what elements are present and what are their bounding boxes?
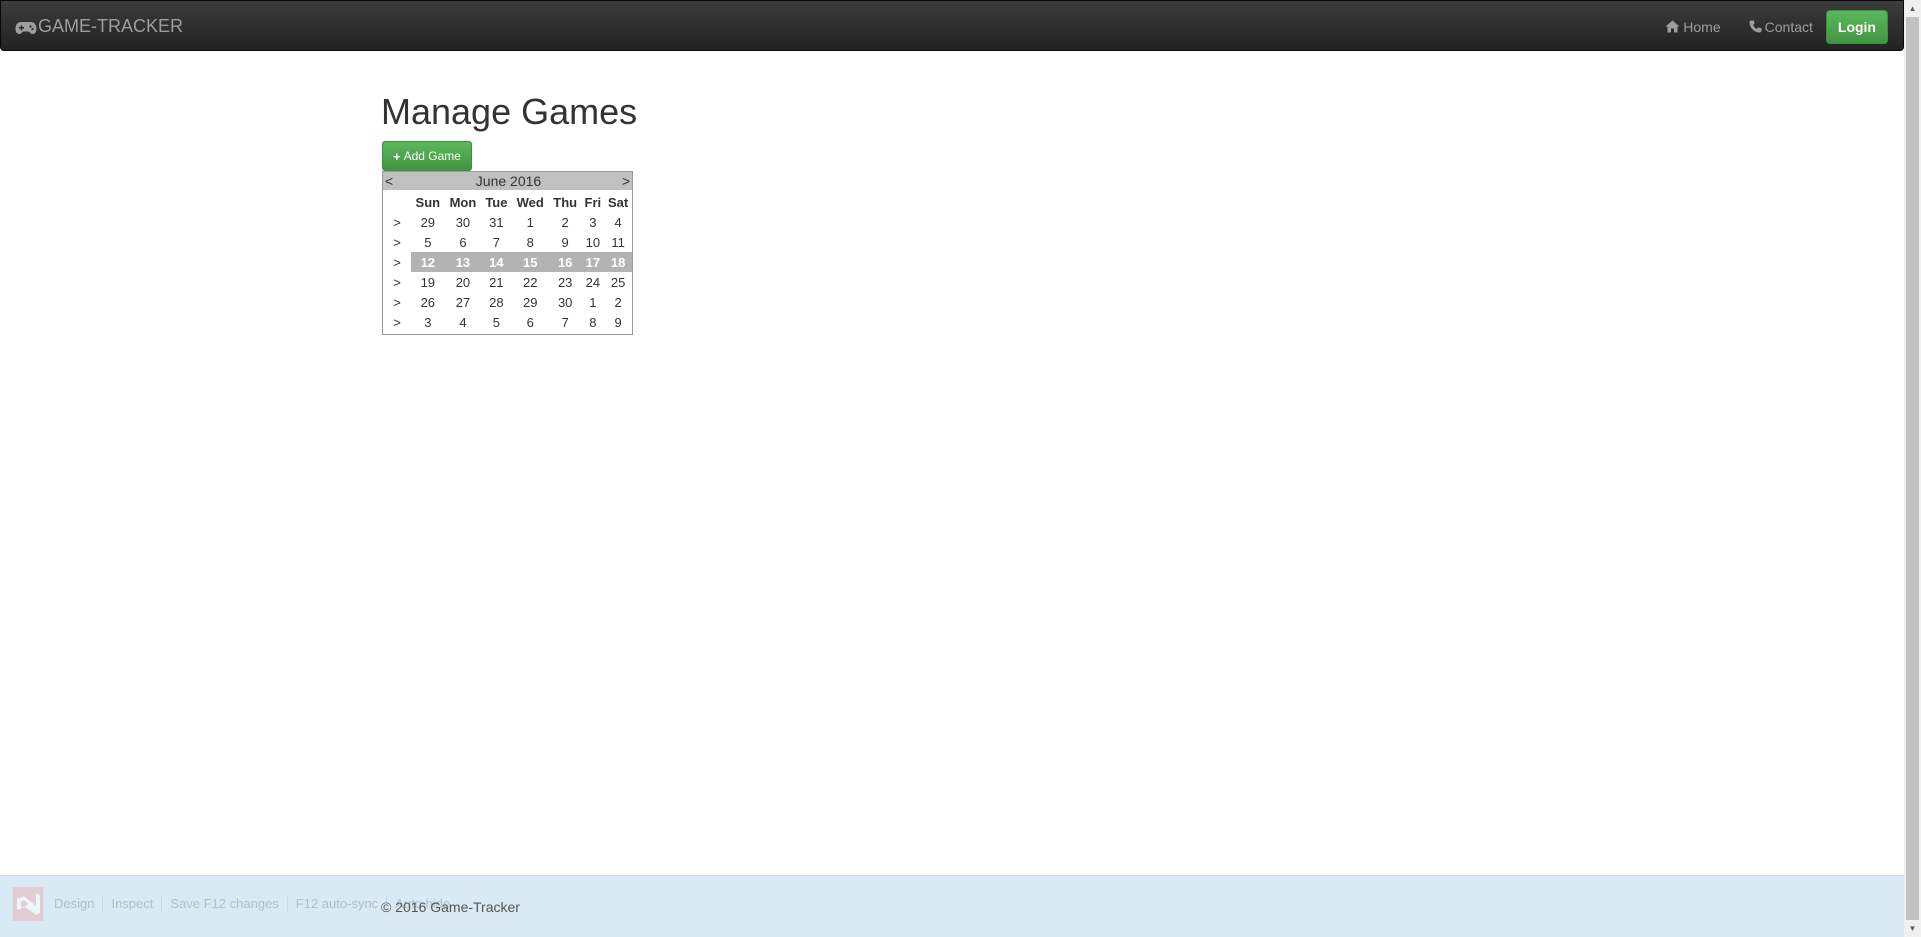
calendar-week-row: > 29 30 31 1 2 3 4 xyxy=(383,212,632,232)
vertical-scrollbar[interactable]: ▲ ▼ xyxy=(1904,0,1921,937)
calendar-day[interactable]: 23 xyxy=(549,272,582,292)
week-selector[interactable]: > xyxy=(383,272,411,292)
calendar-day[interactable]: 6 xyxy=(512,312,549,332)
add-game-button[interactable]: + Add Game xyxy=(382,141,472,171)
footer: Design Inspect Save F12 changes F12 auto… xyxy=(0,875,1904,937)
calendar-day-selected[interactable]: 14 xyxy=(481,252,512,272)
calendar-grid: Sun Mon Tue Wed Thu Fri Sat > 29 30 31 1… xyxy=(383,192,632,332)
week-selector[interactable]: > xyxy=(383,292,411,312)
calendar-day[interactable]: 22 xyxy=(512,272,549,292)
calendar-day[interactable]: 26 xyxy=(411,292,445,312)
scrollbar-thumb[interactable] xyxy=(1906,17,1919,920)
calendar-day[interactable]: 25 xyxy=(604,272,632,292)
devbar-save-changes[interactable]: Save F12 changes xyxy=(162,896,288,912)
calendar-day[interactable]: 3 xyxy=(581,212,604,232)
calendar-header: < June 2016 > xyxy=(383,172,632,190)
calendar: < June 2016 > Sun Mon Tue Wed Thu Fri Sa… xyxy=(382,171,633,335)
nav-home-label: Home xyxy=(1683,18,1721,35)
week-selector[interactable]: > xyxy=(383,212,411,232)
calendar-day[interactable]: 2 xyxy=(549,212,582,232)
calendar-week-row: > 3 4 5 6 7 8 9 xyxy=(383,312,632,332)
calendar-day[interactable]: 4 xyxy=(604,212,632,232)
calendar-day[interactable]: 28 xyxy=(481,292,511,312)
footer-copyright: © 2016 Game-Tracker xyxy=(381,899,520,915)
calendar-day[interactable]: 1 xyxy=(581,292,604,312)
nav-home-link[interactable]: Home xyxy=(1665,18,1721,35)
calendar-day[interactable]: 11 xyxy=(604,232,632,252)
calendar-week-row: > 26 27 28 29 30 1 2 xyxy=(383,292,632,312)
scroll-up-arrow-icon[interactable]: ▲ xyxy=(1904,0,1921,17)
login-button[interactable]: Login xyxy=(1825,9,1888,44)
calendar-day[interactable]: 29 xyxy=(512,292,549,312)
calendar-day[interactable]: 3 xyxy=(411,312,445,332)
calendar-day[interactable]: 7 xyxy=(549,312,582,332)
weekday-header: Wed xyxy=(516,194,544,210)
calendar-prev-month[interactable]: < xyxy=(385,173,393,189)
calendar-day[interactable]: 20 xyxy=(445,272,482,292)
calendar-day[interactable]: 10 xyxy=(581,232,604,252)
calendar-day[interactable]: 5 xyxy=(411,232,445,252)
week-selector[interactable]: > xyxy=(383,252,411,272)
weekday-header: Mon xyxy=(449,194,477,210)
week-selector-header xyxy=(383,192,411,212)
phone-icon xyxy=(1749,20,1762,33)
plus-icon: + xyxy=(393,148,401,164)
calendar-day[interactable]: 8 xyxy=(512,232,549,252)
calendar-day-selected[interactable]: 13 xyxy=(444,252,482,272)
top-navbar: GAME-TRACKER Home Contact Login xyxy=(0,0,1904,51)
calendar-day[interactable]: 9 xyxy=(604,312,632,332)
calendar-day[interactable]: 19 xyxy=(411,272,445,292)
calendar-day[interactable]: 29 xyxy=(411,212,445,232)
weekday-header: Tue xyxy=(485,194,508,210)
visual-studio-icon[interactable] xyxy=(10,884,46,924)
scroll-down-arrow-icon[interactable]: ▼ xyxy=(1904,920,1921,937)
nav-contact-link[interactable]: Contact xyxy=(1749,19,1813,35)
weekday-header: Sun xyxy=(415,194,441,210)
devbar-auto-sync[interactable]: F12 auto-sync xyxy=(288,896,388,912)
calendar-day[interactable]: 30 xyxy=(549,292,582,312)
calendar-day[interactable]: 30 xyxy=(445,212,482,232)
calendar-day[interactable]: 31 xyxy=(481,212,511,232)
calendar-day[interactable]: 9 xyxy=(549,232,582,252)
calendar-week-row: > 19 20 21 22 23 24 25 xyxy=(383,272,632,292)
calendar-day-selected[interactable]: 17 xyxy=(581,252,605,272)
weekday-header-row: Sun Mon Tue Wed Thu Fri Sat xyxy=(383,192,632,212)
add-game-label: Add Game xyxy=(403,149,461,163)
brand-link[interactable]: GAME-TRACKER xyxy=(15,1,183,52)
calendar-day[interactable]: 4 xyxy=(445,312,482,332)
calendar-week-row: > 5 6 7 8 9 10 11 xyxy=(383,232,632,252)
weekday-header: Thu xyxy=(553,194,578,210)
nav-contact-label: Contact xyxy=(1764,18,1813,35)
calendar-day[interactable]: 24 xyxy=(581,272,604,292)
calendar-day[interactable]: 6 xyxy=(445,232,482,252)
devbar-design[interactable]: Design xyxy=(46,896,104,912)
calendar-day[interactable]: 27 xyxy=(445,292,482,312)
calendar-next-month[interactable]: > xyxy=(622,173,630,189)
page-title: Manage Games xyxy=(381,91,638,132)
calendar-day[interactable]: 7 xyxy=(481,232,511,252)
week-selector[interactable]: > xyxy=(383,232,411,252)
home-icon xyxy=(1665,20,1680,33)
calendar-day-selected[interactable]: 18 xyxy=(604,252,632,272)
calendar-day-selected[interactable]: 16 xyxy=(548,252,582,272)
calendar-day[interactable]: 21 xyxy=(481,272,511,292)
calendar-month-title: June 2016 xyxy=(475,173,542,189)
week-selector[interactable]: > xyxy=(383,312,411,332)
calendar-day[interactable]: 5 xyxy=(481,312,511,332)
weekday-header: Fri xyxy=(584,194,602,210)
calendar-day-selected[interactable]: 15 xyxy=(511,252,549,272)
calendar-day-selected[interactable]: 12 xyxy=(411,252,445,272)
calendar-day[interactable]: 1 xyxy=(512,212,549,232)
nav-right: Home Contact Login xyxy=(1665,1,1888,52)
weekday-header: Sat xyxy=(608,194,629,210)
gamepad-icon xyxy=(15,21,37,34)
calendar-day[interactable]: 2 xyxy=(604,292,632,312)
calendar-week-row-selected: > 12 13 14 15 16 17 18 xyxy=(383,252,632,272)
brand-label: GAME-TRACKER xyxy=(38,16,184,36)
devbar-inspect[interactable]: Inspect xyxy=(103,896,163,912)
calendar-day[interactable]: 8 xyxy=(581,312,604,332)
